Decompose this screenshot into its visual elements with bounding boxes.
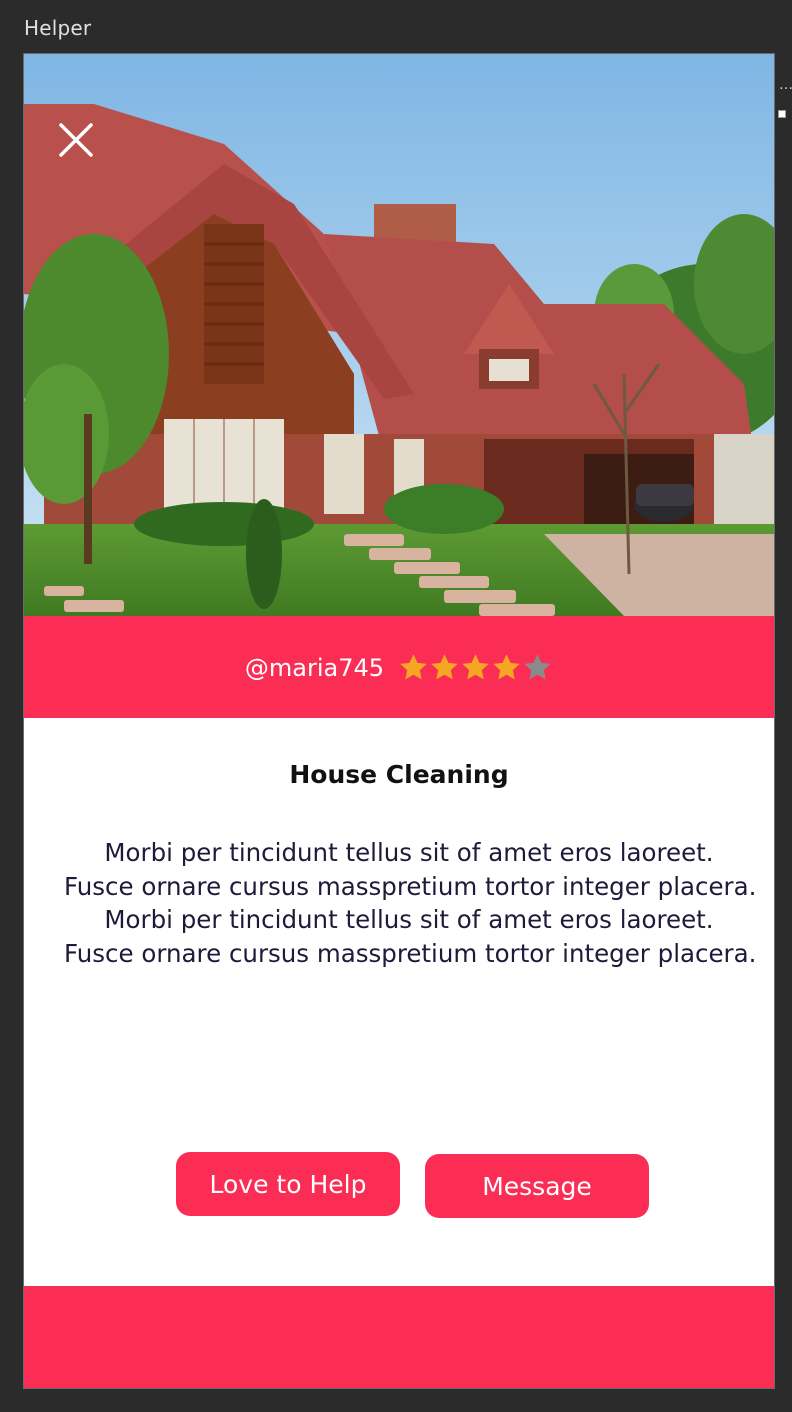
service-title: House Cleaning [289, 760, 509, 789]
resize-handle[interactable] [778, 110, 786, 118]
star-filled-icon [400, 653, 427, 679]
house-photo [24, 54, 774, 616]
footer-bar [24, 1286, 774, 1388]
love-to-help-button[interactable]: Love to Help [176, 1152, 400, 1216]
handle-dots-icon: … [779, 77, 792, 93]
description-line: Fusce ornare cursus masspretium tortor i… [64, 938, 757, 968]
app-screen: @maria745 House Cleaning Morbi per tinci… [23, 53, 775, 1389]
username[interactable]: @maria745 [245, 654, 384, 682]
description-line: Morbi per tincidunt tellus sit of amet e… [104, 905, 714, 934]
star-filled-icon [493, 653, 520, 679]
message-button[interactable]: Message [425, 1154, 649, 1218]
window-title: Helper [24, 16, 92, 40]
star-filled-icon [431, 653, 458, 679]
star-empty-icon [524, 653, 551, 679]
hero-image [24, 54, 774, 616]
description-line: Morbi per tincidunt tellus sit of amet e… [104, 838, 714, 867]
service-description: Morbi per tincidunt tellus sit of amet e… [64, 836, 757, 970]
star-filled-icon [462, 653, 489, 679]
star-rating [398, 652, 553, 683]
description-line: Fusce ornare cursus masspretium tortor i… [64, 871, 757, 901]
profile-bar: @maria745 [24, 616, 774, 718]
close-icon[interactable] [58, 122, 94, 158]
